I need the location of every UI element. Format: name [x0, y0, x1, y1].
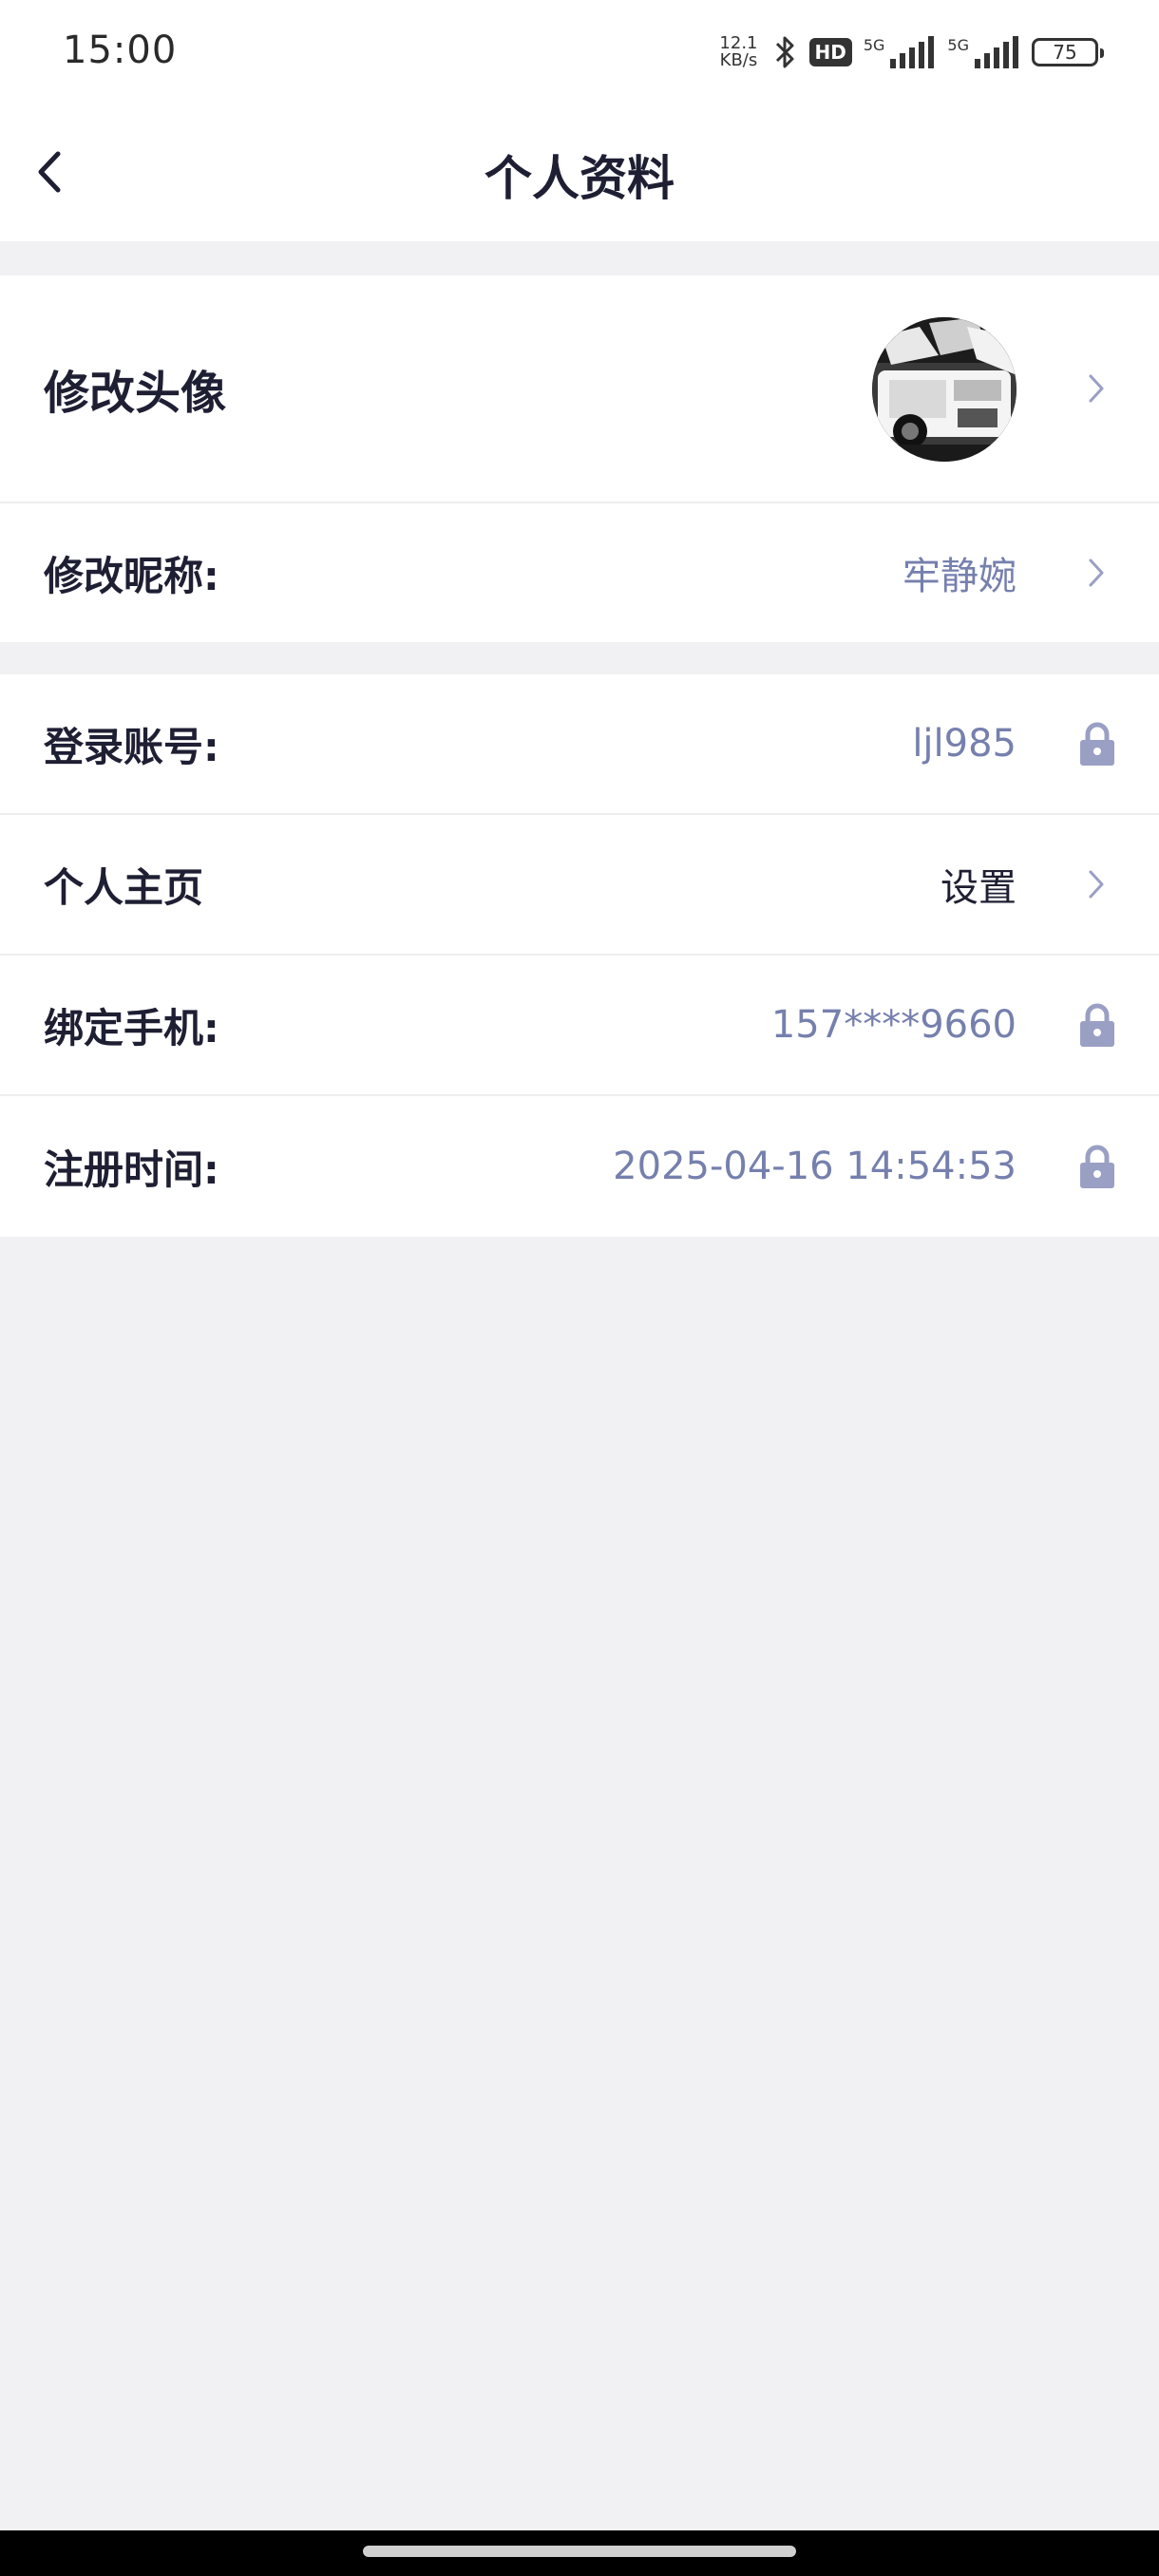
- page-title: 个人资料: [484, 151, 674, 206]
- network-speed-unit: KB/s: [719, 50, 758, 70]
- battery-level: 75: [1053, 41, 1077, 64]
- lock-icon: [1075, 719, 1119, 768]
- lock-icon: [1075, 1142, 1119, 1191]
- bound-phone-value: 157****9660: [770, 1003, 1016, 1047]
- chevron-right-icon: [1077, 369, 1115, 407]
- register-time-label: 注册时间:: [44, 1146, 219, 1193]
- login-account-value: ljl985: [912, 722, 1016, 766]
- login-account-row: 登录账号: ljl985: [0, 674, 1159, 815]
- home-indicator[interactable]: [363, 2546, 796, 2557]
- lock-icon: [1075, 1000, 1119, 1050]
- edit-nickname-row[interactable]: 修改昵称: 牢静婉: [0, 503, 1159, 642]
- chevron-right-icon: [1077, 554, 1115, 592]
- battery-icon: 75: [1032, 38, 1104, 66]
- register-time-value: 2025-04-16 14:54:53: [613, 1145, 1016, 1188]
- app-header: 个人资料: [0, 106, 1159, 241]
- register-time-row: 注册时间: 2025-04-16 14:54:53: [0, 1096, 1159, 1237]
- network-speed: 12.1 KB/s: [719, 35, 757, 69]
- personal-homepage-value: 设置: [940, 866, 1016, 910]
- login-account-label: 登录账号:: [44, 723, 219, 770]
- avatar[interactable]: [872, 317, 1016, 462]
- bound-phone-row: 绑定手机: 157****9660: [0, 956, 1159, 1096]
- sim2-network-label: 5G: [947, 36, 969, 54]
- edit-avatar-label: 修改头像: [44, 367, 227, 420]
- nickname-value: 牢静婉: [902, 555, 1016, 598]
- bluetooth-icon: [773, 33, 798, 71]
- bound-phone-label: 绑定手机:: [44, 1004, 219, 1051]
- edit-avatar-row[interactable]: 修改头像: [0, 275, 1159, 503]
- profile-group-account: 登录账号: ljl985 个人主页 设置 绑定手机: 157****9660 注…: [0, 674, 1159, 1237]
- sim1-network-label: 5G: [863, 36, 885, 54]
- signal-sim1-icon: 5G: [864, 36, 937, 68]
- status-time: 15:00: [63, 28, 178, 72]
- personal-homepage-row[interactable]: 个人主页 设置: [0, 815, 1159, 956]
- chevron-right-icon: [1077, 865, 1115, 903]
- signal-sim2-icon: 5G: [947, 36, 1020, 68]
- edit-nickname-label: 修改昵称:: [44, 552, 219, 599]
- system-nav-bar: [0, 2530, 1159, 2576]
- personal-homepage-label: 个人主页: [44, 863, 204, 911]
- status-bar: 15:00 12.1 KB/s HD 5G 5G 75: [0, 0, 1159, 106]
- status-icons: 12.1 KB/s HD 5G 5G 75: [719, 28, 1104, 76]
- hd-voice-icon: HD: [808, 38, 852, 66]
- profile-group-basic: 修改头像 修改昵称: 牢静婉: [0, 275, 1159, 642]
